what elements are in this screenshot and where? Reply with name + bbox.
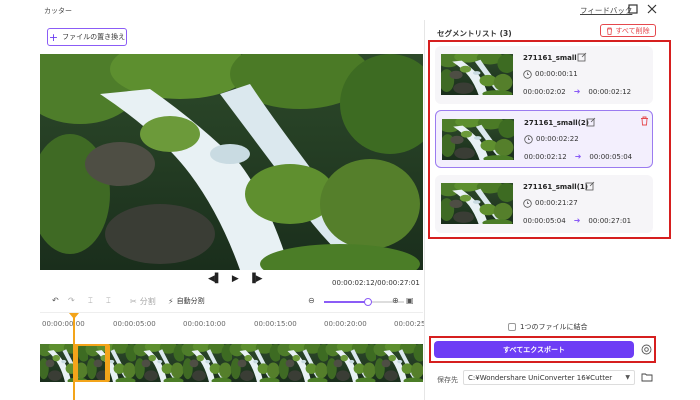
title-bar: カッター フィードバック xyxy=(0,0,700,20)
panel-divider xyxy=(424,20,425,400)
ruler-tick: 00:00:05:00 xyxy=(113,320,156,328)
video-preview xyxy=(40,54,423,270)
selected-segment-handles[interactable] xyxy=(73,344,110,382)
playhead[interactable] xyxy=(73,315,75,400)
segment-name: 271161_small(2) xyxy=(524,119,589,127)
arrow-right-icon: ➜ xyxy=(573,87,581,96)
redo-icon[interactable]: ↷ xyxy=(68,296,75,305)
segment-card[interactable]: 271161_small(2) 00:00:02:22 00:00:02:12 … xyxy=(435,110,653,168)
play-icon[interactable]: ▶ xyxy=(232,274,239,284)
save-location-select[interactable]: C:¥Wondershare UniConverter 16¥Cutter ▼ xyxy=(463,370,635,385)
zoom-in-icon[interactable]: ⊕ xyxy=(392,296,399,305)
replace-file-label: ファイルの置き換え xyxy=(62,33,126,41)
zoom-slider-fill xyxy=(324,301,368,303)
segment-name: 271161_small xyxy=(523,54,577,62)
segment-range: 00:00:02:12 ➜ 00:00:05:04 xyxy=(524,152,632,161)
split-button[interactable]: ✂ 分割 xyxy=(130,296,156,307)
segment-card[interactable]: 271161_small 00:00:00:11 00:00:02:02 ➜ 0… xyxy=(435,46,653,104)
window-title: カッター xyxy=(44,7,72,15)
save-location-label: 保存先 xyxy=(437,376,458,384)
timeline-ruler: 00:00:00:00 00:00:05:00 00:00:10:00 00:0… xyxy=(40,312,426,334)
folder-icon[interactable] xyxy=(641,372,653,382)
playback-controls: ◀▌ ▶ ▐▶ 00:00:02:12/00:00:27:01 xyxy=(40,272,423,292)
trash-icon xyxy=(607,27,613,35)
fit-timeline-icon[interactable]: ▣ xyxy=(406,296,414,305)
segment-name: 271161_small(1) xyxy=(523,183,588,191)
next-frame-icon[interactable]: ▐▶ xyxy=(249,274,263,284)
ruler-tick: 00:00:20:00 xyxy=(324,320,367,328)
segment-thumbnail xyxy=(441,54,513,95)
arrow-right-icon: ➜ xyxy=(574,152,582,161)
segment-thumbnail xyxy=(441,183,513,224)
plus-icon: + xyxy=(48,30,59,44)
delete-all-button[interactable]: すべて削除 xyxy=(600,24,656,37)
trash-icon[interactable] xyxy=(640,116,649,126)
zoom-out-icon[interactable]: ⊖ xyxy=(308,296,315,305)
maximize-icon[interactable] xyxy=(627,3,639,15)
auto-split-label: 自動分割 xyxy=(176,297,205,305)
segment-start: 00:00:05:04 xyxy=(523,216,566,225)
merge-checkbox[interactable] xyxy=(508,323,516,331)
clock-icon xyxy=(523,70,532,79)
split-label: 分割 xyxy=(139,297,156,306)
mark-in-icon[interactable]: ⌶ xyxy=(88,296,93,306)
segment-duration: 00:00:00:11 xyxy=(535,70,578,78)
clock-icon xyxy=(523,199,532,208)
settings-icon[interactable] xyxy=(641,344,652,355)
merge-option[interactable]: 1つのファイルに結合 xyxy=(508,322,587,332)
segment-start: 00:00:02:12 xyxy=(524,152,567,161)
segment-range: 00:00:02:02 ➜ 00:00:02:12 xyxy=(523,87,631,96)
auto-split-button[interactable]: ⚡ 自動分割 xyxy=(168,296,205,306)
zoom-slider-handle[interactable] xyxy=(364,298,372,306)
edit-icon[interactable] xyxy=(577,52,587,62)
segment-start: 00:00:02:02 xyxy=(523,87,566,96)
scissors-icon: ✂ xyxy=(130,297,137,306)
segment-end: 00:00:27:01 xyxy=(588,216,632,225)
replace-file-button[interactable]: + ファイルの置き換え xyxy=(47,28,127,46)
segment-range: 00:00:05:04 ➜ 00:00:27:01 xyxy=(523,216,631,225)
merge-label: 1つのファイルに結合 xyxy=(520,323,588,331)
chevron-down-icon: ▼ xyxy=(625,374,630,381)
segment-end: 00:00:02:12 xyxy=(588,87,632,96)
segment-list-title: セグメントリスト (3) xyxy=(437,29,512,38)
prev-frame-icon[interactable]: ◀▌ xyxy=(208,274,222,284)
close-icon[interactable] xyxy=(646,3,658,15)
auto-split-icon: ⚡ xyxy=(168,296,174,306)
segment-duration: 00:00:02:22 xyxy=(536,135,579,143)
edit-toolbar: ↶ ↷ ⌶ ⌶ ✂ 分割 ⚡ 自動分割 ⊖ ⊕ ▣ xyxy=(40,294,423,310)
edit-icon[interactable] xyxy=(586,117,596,127)
segment-card[interactable]: 271161_small(1) 00:00:21:27 00:00:05:04 … xyxy=(435,175,653,233)
delete-all-label: すべて削除 xyxy=(615,26,650,35)
arrow-right-icon: ➜ xyxy=(573,216,581,225)
edit-icon[interactable] xyxy=(585,181,595,191)
undo-icon[interactable]: ↶ xyxy=(52,296,59,305)
clock-icon xyxy=(524,135,533,144)
segment-duration: 00:00:21:27 xyxy=(535,199,578,207)
ruler-tick: 00:00:10:00 xyxy=(183,320,226,328)
segment-thumbnail xyxy=(442,119,514,160)
ruler-tick: 00:00:15:00 xyxy=(254,320,297,328)
export-all-button[interactable]: すべてエクスポート xyxy=(434,341,634,358)
ruler-tick: 00:00:25 xyxy=(394,320,426,328)
segment-end: 00:00:05:04 xyxy=(589,152,633,161)
mark-out-icon[interactable]: ⌶ xyxy=(106,296,111,306)
feedback-link[interactable]: フィードバック xyxy=(580,5,632,16)
save-path-value: C:¥Wondershare UniConverter 16¥Cutter xyxy=(468,373,613,382)
timecode: 00:00:02:12/00:00:27:01 xyxy=(332,279,420,287)
ruler-tick: 00:00:00:00 xyxy=(42,320,85,328)
